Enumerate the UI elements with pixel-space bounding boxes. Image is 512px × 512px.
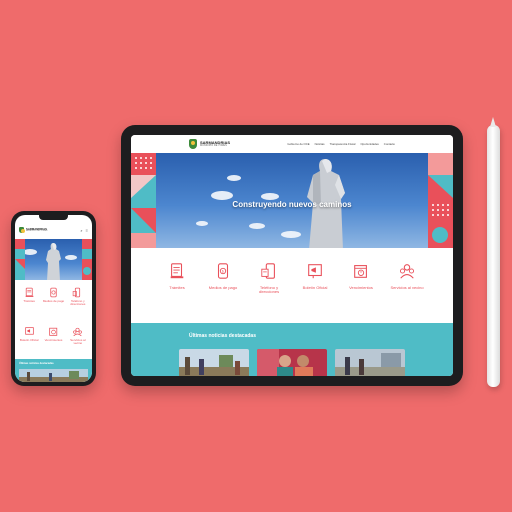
nav-item-transparencia[interactable]: Transparencia Fiscal: [330, 142, 356, 146]
megaphone-icon: [24, 327, 34, 335]
service-medios-de-pago[interactable]: $ Medios de pago: [206, 262, 240, 323]
phone-services-grid: Trámites Medios de pago Teléfono y direc…: [15, 280, 92, 359]
phone-service-label: Trámites: [23, 299, 35, 303]
phone-device: SARMANDRIAS MUNICIPIO DE YORES ⌕ ≡ Trámi…: [11, 211, 96, 386]
phone-news-image[interactable]: [19, 369, 88, 382]
service-label: Teléfono y direcciones: [258, 285, 280, 295]
people-icon: [399, 264, 415, 279]
news-section: Últimas noticias destacadas: [131, 323, 453, 376]
phone-service-label: Medios de pago: [42, 299, 65, 303]
phone-crest-logo[interactable]: [19, 227, 25, 233]
hero-deco-left: [131, 153, 156, 248]
tablet-screen: SARMANDRIAS MUNICIPIO DE YORES Gobierno …: [131, 135, 453, 376]
service-label: Medios de pago: [208, 285, 238, 290]
service-telefono[interactable]: Teléfono y direcciones: [252, 262, 286, 323]
site-header: SARMANDRIAS MUNICIPIO DE YORES Gobierno …: [131, 135, 453, 153]
service-label: Boletín Oficial: [302, 285, 328, 290]
phone-logo-sub: MUNICIPIO DE YORES: [26, 230, 48, 233]
phone-icon: [261, 263, 275, 279]
service-label: Trámites: [169, 285, 185, 290]
service-tramites[interactable]: Trámites: [160, 262, 194, 323]
phone-notch: [39, 215, 68, 220]
crest-logo-icon: [189, 139, 197, 149]
phone-service-boletin[interactable]: Boletín Oficial: [17, 326, 41, 359]
phone-screen: SARMANDRIAS MUNICIPIO DE YORES ⌕ ≡ Trámi…: [15, 215, 92, 382]
phone-hero-deco-left: [15, 239, 25, 280]
nav-item-noticias[interactable]: Noticias: [315, 142, 325, 146]
nav-item-oportunidades[interactable]: Oportunidades: [360, 142, 378, 146]
phone-news-section: Últimas noticias destacadas: [15, 359, 92, 382]
news-title: Últimas noticias destacadas: [189, 333, 256, 339]
news-card-1[interactable]: [179, 349, 249, 376]
nav-item-gobierno[interactable]: Gobierno de OCE: [287, 142, 309, 146]
megaphone-icon: [308, 264, 322, 279]
payment-icon: [50, 287, 57, 298]
phone-service-vencimientos[interactable]: Vencimientos: [41, 326, 65, 359]
phone-service-label: Teléfono y direcciones: [70, 299, 86, 307]
phone-service-telefono[interactable]: Teléfono y direcciones: [66, 287, 90, 320]
phone-hero: [15, 239, 92, 280]
phone-service-tramites[interactable]: Trámites: [17, 287, 41, 320]
site-logo[interactable]: SARMANDRIAS MUNICIPIO DE YORES: [189, 139, 230, 149]
phone-service-label: Servicios al vecino: [70, 338, 86, 346]
news-card-3[interactable]: [335, 349, 405, 376]
document-stamp-icon: [170, 263, 184, 279]
service-label: Vencimientos: [349, 285, 373, 290]
stylus-pencil: [487, 117, 500, 387]
hero-banner: Construyendo nuevos caminos: [131, 153, 453, 248]
phone-service-label: Vencimientos: [44, 338, 63, 342]
service-vencimientos[interactable]: Vencimientos: [344, 262, 378, 323]
service-boletin[interactable]: Boletín Oficial: [298, 262, 332, 323]
payment-icon: $: [217, 263, 229, 279]
phone-hero-deco-right: [82, 239, 92, 280]
menu-icon[interactable]: ≡: [86, 228, 88, 233]
hero-deco-right: [428, 153, 453, 248]
phone-service-vecino[interactable]: Servicios al vecino: [66, 326, 90, 359]
phone-service-label: Boletín Oficial: [19, 338, 39, 342]
service-label: Servicios al vecino: [390, 285, 424, 290]
phone-news-title: Últimas noticias destacadas: [19, 362, 54, 365]
hero-title: Construyendo nuevos caminos: [232, 200, 352, 209]
calendar-clock-icon: [354, 265, 367, 278]
people-icon: [73, 327, 83, 337]
main-nav: Gobierno de OCE Noticias Transparencia F…: [287, 142, 395, 146]
calendar-clock-icon: [49, 327, 58, 336]
phone-service-medios-de-pago[interactable]: Medios de pago: [41, 287, 65, 320]
svg-text:$: $: [222, 269, 224, 273]
document-stamp-icon: [25, 287, 34, 297]
tablet-device: SARMANDRIAS MUNICIPIO DE YORES Gobierno …: [121, 125, 463, 386]
phone-icon: [73, 287, 81, 298]
services-row: Trámites $ Medios de pago Teléfono y dir…: [131, 248, 453, 323]
search-icon[interactable]: ⌕: [80, 228, 82, 233]
news-card-2[interactable]: [257, 349, 327, 376]
pencil-tip: [490, 117, 496, 127]
phone-statue-image: [46, 243, 61, 280]
service-vecino[interactable]: Servicios al vecino: [390, 262, 424, 323]
nav-item-contacto[interactable]: Contacto: [384, 142, 395, 146]
logo-subtitle: MUNICIPIO DE YORES: [200, 143, 227, 147]
